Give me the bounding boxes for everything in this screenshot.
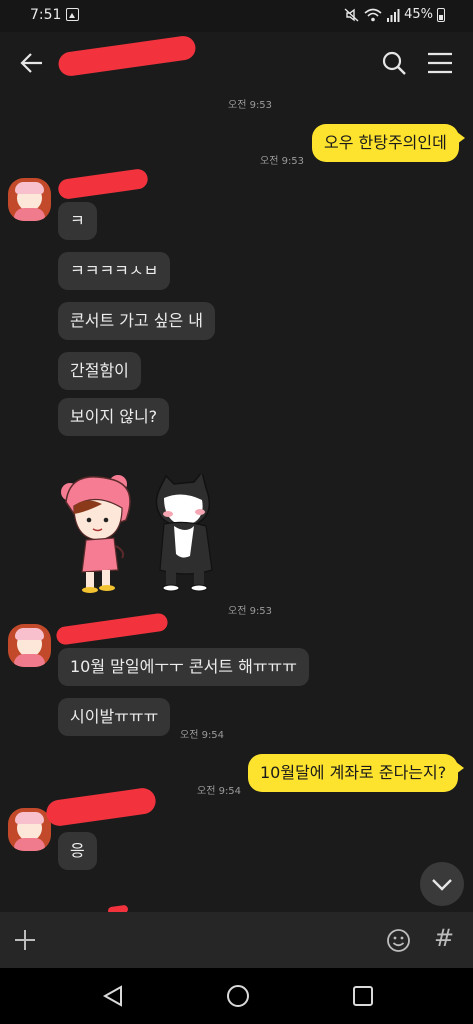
- nav-home-icon[interactable]: [226, 984, 250, 1008]
- avatar-hair: [15, 182, 44, 194]
- avatar-body: [14, 838, 45, 851]
- pink-bear-character: [61, 475, 131, 593]
- sender-avatar[interactable]: [8, 624, 51, 667]
- avatar-hair: [15, 628, 44, 640]
- received-message[interactable]: 시이발ㅠㅠㅠ: [58, 698, 171, 736]
- received-message[interactable]: ㅋㅋㅋㅋㅅㅂ: [58, 252, 171, 290]
- message-timestamp: 오전 9:53: [228, 100, 273, 111]
- gallery-notification-icon: [66, 8, 79, 21]
- plus-icon[interactable]: [14, 929, 36, 951]
- nav-back-icon[interactable]: [101, 984, 125, 1008]
- message-timestamp: 오전 9:54: [180, 730, 225, 741]
- message-timestamp: 오전 9:53: [260, 156, 305, 167]
- redacted-sender-name: [55, 612, 169, 646]
- status-bar: 7:51 45%: [0, 0, 473, 32]
- black-white-cat-character: [155, 474, 213, 592]
- message-timestamp: 오전 9:54: [197, 786, 242, 797]
- sender-avatar[interactable]: [8, 808, 51, 851]
- redacted-chat-name: [57, 34, 197, 78]
- sent-message[interactable]: 오우 한탕주의인데: [312, 124, 465, 162]
- received-message[interactable]: 10월 말일에ㅜㅜ 콘서트 해ㅠㅠㅠ: [58, 648, 309, 686]
- arrow-left-icon[interactable]: [18, 48, 48, 78]
- received-message[interactable]: 콘서트 가고 싶은 내: [58, 302, 216, 340]
- message-timestamp: 오전 9:53: [228, 606, 273, 617]
- avatar-body: [14, 208, 45, 221]
- redacted-partial-sticker: [107, 904, 129, 912]
- signal-icon: [387, 8, 400, 22]
- status-time: 7:51: [30, 7, 62, 23]
- avatar-hair: [15, 812, 44, 824]
- wifi-icon: [364, 8, 382, 21]
- scroll-to-bottom-button[interactable]: [420, 862, 464, 906]
- hamburger-menu-icon[interactable]: [426, 50, 454, 76]
- redacted-sender-name: [57, 167, 149, 201]
- mute-icon: [344, 7, 359, 22]
- sender-avatar[interactable]: [8, 178, 51, 221]
- system-navigation-bar: [0, 968, 473, 1024]
- status-right: 45%: [344, 7, 445, 22]
- chat-message-list[interactable]: 오전 9:53 오전 9:53 오우 한탕주의인데 ㅋ ㅋㅋㅋㅋㅅㅂ 콘서트 가…: [0, 94, 473, 912]
- emoji-icon[interactable]: [386, 928, 411, 953]
- battery-icon: [437, 7, 445, 22]
- redacted-sender-name: [44, 786, 158, 828]
- received-message[interactable]: 응: [58, 832, 97, 870]
- received-message[interactable]: ㅋ: [58, 202, 97, 240]
- chevron-down-icon: [432, 879, 452, 891]
- chat-header: [0, 32, 473, 94]
- received-message[interactable]: 간절함이: [58, 352, 141, 390]
- hashtag-search-button[interactable]: #: [434, 924, 454, 952]
- sent-message[interactable]: 10월달에 계좌로 준다는지?: [248, 754, 465, 792]
- message-input-bar[interactable]: #: [0, 912, 473, 968]
- nav-recent-apps-icon[interactable]: [352, 985, 374, 1007]
- avatar-body: [14, 654, 45, 667]
- sticker-image[interactable]: [56, 474, 232, 594]
- search-icon[interactable]: [380, 49, 408, 77]
- received-message[interactable]: 보이지 않니?: [58, 398, 170, 436]
- battery-percent: 45%: [404, 7, 433, 22]
